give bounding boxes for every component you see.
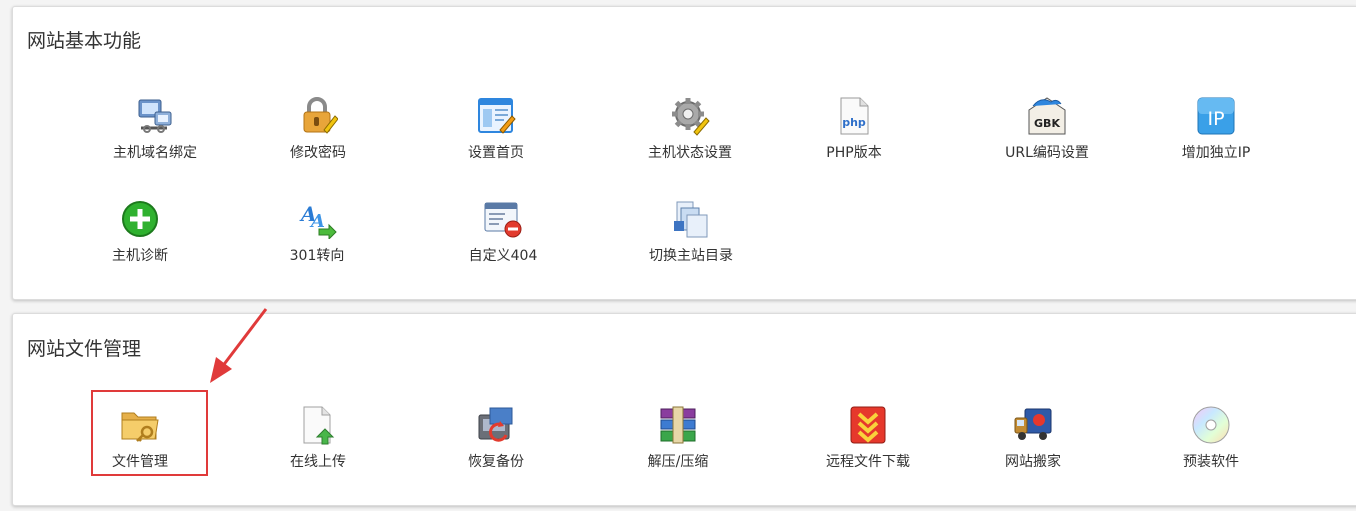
tool-label: 主机状态设置 xyxy=(648,145,732,161)
tool-label: 主机域名绑定 xyxy=(113,145,197,161)
tool-label: PHP版本 xyxy=(826,145,882,161)
font-arrow-icon: A A xyxy=(299,202,337,239)
webpage-edit-icon xyxy=(478,98,516,134)
tool-host-diagnosis[interactable]: 主机诊断 xyxy=(50,199,230,279)
tool-label: URL编码设置 xyxy=(1005,145,1089,161)
tool-restore-backup[interactable]: 恢复备份 xyxy=(406,405,586,485)
tool-label: 解压/压缩 xyxy=(647,454,709,470)
svg-text:GBK: GBK xyxy=(1034,117,1060,130)
backup-restore-icon xyxy=(478,407,513,442)
tool-label: 预装软件 xyxy=(1183,454,1239,470)
svg-text:php: php xyxy=(842,116,866,129)
download-chevron-icon xyxy=(850,406,886,444)
cd-disc-icon xyxy=(1192,406,1230,444)
tool-host-status[interactable]: 主机状态设置 xyxy=(600,96,780,176)
tool-label: 在线上传 xyxy=(290,454,346,470)
tool-label: 恢复备份 xyxy=(468,454,524,470)
gear-pencil-icon xyxy=(672,98,710,136)
section-title: 网站文件管理 xyxy=(27,338,142,360)
moving-truck-icon xyxy=(1014,408,1052,440)
gbk-icon: GBK xyxy=(1028,97,1066,135)
annotation-arrow-icon xyxy=(210,308,268,383)
tool-label: 增加独立IP xyxy=(1181,145,1251,161)
tool-label: 自定义404 xyxy=(468,248,538,264)
tool-change-password[interactable]: 修改密码 xyxy=(228,96,408,176)
tool-label: 修改密码 xyxy=(290,145,346,161)
tool-label: 切换主站目录 xyxy=(649,248,733,264)
tool-301-redirect[interactable]: A A 301转向 xyxy=(227,199,407,279)
svg-text:IP: IP xyxy=(1207,108,1224,130)
tool-preinstalled-software[interactable]: 预装软件 xyxy=(1121,405,1301,485)
tool-url-encoding[interactable]: GBK URL编码设置 xyxy=(957,96,1137,176)
section-title: 网站基本功能 xyxy=(27,30,142,52)
archive-books-icon xyxy=(660,406,696,444)
tool-set-homepage[interactable]: 设置首页 xyxy=(406,96,586,176)
tool-label: 远程文件下载 xyxy=(826,454,910,470)
php-file-icon: php xyxy=(840,97,869,135)
tool-label: 网站搬家 xyxy=(1005,454,1061,470)
tool-label: 设置首页 xyxy=(468,145,524,161)
tool-switch-main-directory[interactable]: 切换主站目录 xyxy=(601,199,781,279)
tool-add-dedicated-ip[interactable]: IP 增加独立IP xyxy=(1126,96,1306,176)
padlock-pencil-icon xyxy=(303,97,338,134)
tool-label: 301转向 xyxy=(289,248,345,264)
directory-pages-icon xyxy=(674,201,708,238)
tool-extract-compress[interactable]: 解压/压缩 xyxy=(588,405,768,485)
file-upload-icon xyxy=(303,406,335,445)
highlight-box xyxy=(91,390,208,476)
computer-network-icon xyxy=(138,99,172,133)
tool-remote-download[interactable]: 远程文件下载 xyxy=(778,405,958,485)
tool-custom-404[interactable]: 自定义404 xyxy=(413,199,593,279)
tool-label: 主机诊断 xyxy=(112,248,168,264)
tool-php-version[interactable]: php PHP版本 xyxy=(764,96,944,176)
green-plus-icon xyxy=(122,201,158,237)
window-minus-icon xyxy=(484,202,522,238)
ip-icon: IP xyxy=(1197,97,1235,135)
tool-site-migration[interactable]: 网站搬家 xyxy=(943,405,1123,485)
tool-host-domain-binding[interactable]: 主机域名绑定 xyxy=(65,96,245,176)
tool-online-upload[interactable]: 在线上传 xyxy=(228,405,408,485)
